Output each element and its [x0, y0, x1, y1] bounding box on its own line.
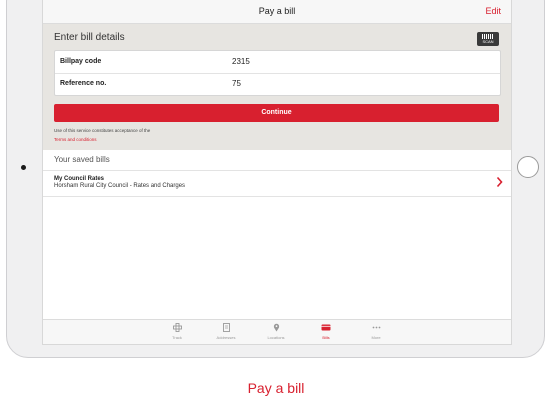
- card-icon: [321, 324, 331, 331]
- camera-dot: [21, 165, 26, 170]
- terms-notice: Use of this service constitutes acceptan…: [54, 128, 151, 133]
- tab-more[interactable]: More: [356, 323, 396, 340]
- reference-no-value[interactable]: 75: [232, 79, 241, 88]
- tab-addresses[interactable]: Addresses: [206, 323, 246, 340]
- tab-more-label: More: [371, 335, 381, 340]
- navigation-bar: Pay a bill Edit: [43, 0, 511, 24]
- home-button[interactable]: [517, 156, 539, 178]
- billpay-code-field[interactable]: Billpay code 2315: [55, 51, 500, 74]
- saved-bill-title: My Council Rates: [54, 176, 105, 182]
- reference-no-field[interactable]: Reference no. 75: [55, 73, 500, 95]
- bill-fields-group: Billpay code 2315 Reference no. 75: [54, 50, 501, 96]
- terms-link[interactable]: Terms and conditions: [54, 137, 97, 142]
- bill-details-panel: Enter bill details SCAN Billpay code 231…: [43, 24, 511, 150]
- billpay-code-value[interactable]: 2315: [232, 57, 250, 66]
- scan-label: SCAN: [482, 39, 494, 44]
- saved-bills-header: Your saved bills: [43, 150, 511, 171]
- promo-caption: Pay a bill: [247, 380, 305, 396]
- tab-bar: Track Addresses Locations Bills More: [43, 319, 511, 344]
- tab-bills[interactable]: Bills: [306, 323, 346, 340]
- saved-bill-subtitle: Horsham Rural City Council - Rates and C…: [54, 183, 186, 189]
- page-title: Pay a bill: [258, 6, 296, 16]
- track-icon: [172, 323, 182, 332]
- tab-track[interactable]: Track: [157, 323, 197, 340]
- addresses-icon: [222, 323, 230, 332]
- more-dots-icon: [372, 326, 380, 329]
- location-pin-icon: [273, 323, 279, 332]
- saved-bills-heading: Your saved bills: [54, 155, 110, 164]
- chevron-right-icon: [496, 176, 503, 188]
- billpay-code-label: Billpay code: [60, 58, 102, 65]
- reference-no-label: Reference no.: [60, 80, 107, 87]
- scan-barcode-button[interactable]: SCAN: [477, 32, 499, 46]
- app-screen: Pay a bill Edit Enter bill details SCAN …: [42, 0, 512, 345]
- tab-locations-label: Locations: [267, 335, 285, 340]
- edit-button[interactable]: Edit: [485, 6, 501, 16]
- saved-bill-item[interactable]: My Council Rates Horsham Rural City Coun…: [43, 171, 511, 197]
- bill-details-heading: Enter bill details: [54, 32, 125, 43]
- continue-button[interactable]: Continue: [54, 104, 499, 122]
- tab-bills-label: Bills: [322, 335, 330, 340]
- tab-addresses-label: Addresses: [216, 335, 236, 340]
- tab-track-label: Track: [172, 335, 182, 340]
- tab-locations[interactable]: Locations: [256, 323, 296, 340]
